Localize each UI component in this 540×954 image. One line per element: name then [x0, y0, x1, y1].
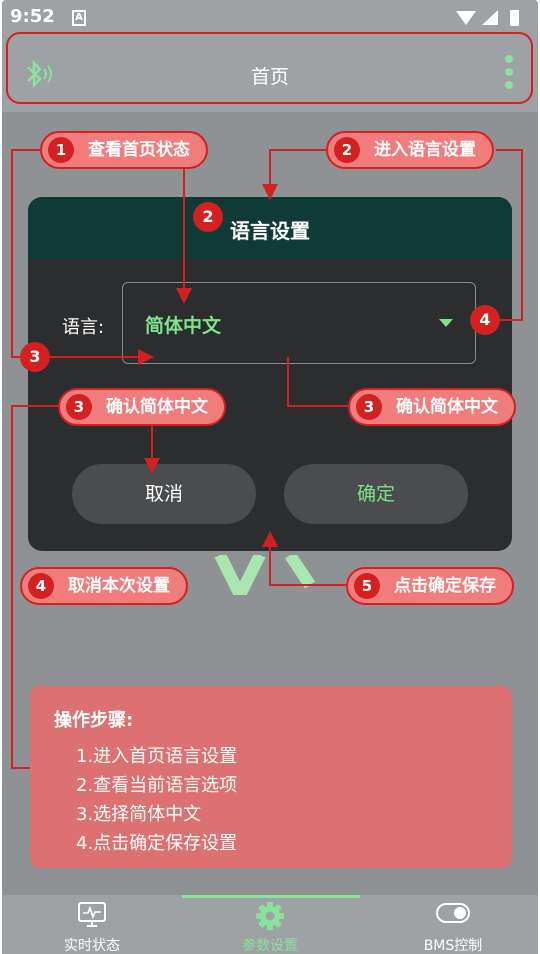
steps-panel: 操作步骤: 1.进入首页语言设置 2.查看当前语言选项 3.选择简体中文 4.点… — [30, 686, 512, 868]
dropdown-arrow-icon — [439, 319, 453, 327]
callout-number: 3 — [356, 394, 382, 420]
nav-item-bms[interactable]: BMS控制 — [398, 895, 508, 954]
callout-number: 4 — [28, 573, 54, 599]
callout-number: 2 — [334, 137, 360, 163]
callout-3b: 3 确认简体中文 — [348, 388, 516, 426]
ok-button[interactable]: 确定 — [284, 464, 468, 524]
callout-2: 2 进入语言设置 — [326, 131, 494, 169]
callout-4: 4 取消本次设置 — [20, 567, 188, 605]
a-icon: A — [72, 10, 86, 26]
appbar-highlight-frame — [6, 32, 533, 104]
nav-item-params[interactable]: 参数设置 — [220, 895, 320, 954]
step-item: 2.查看当前语言选项 — [76, 775, 238, 796]
callout-number: 3 — [66, 394, 92, 420]
background-logo — [214, 555, 315, 595]
bottom-nav: 实时状态 参数设置 BMS控制 — [2, 895, 538, 954]
battery-icon — [510, 10, 519, 26]
nav-label: 实时状态 — [64, 938, 120, 954]
cancel-button[interactable]: 取消 — [72, 464, 256, 524]
callout-number: 1 — [48, 137, 74, 163]
callout-1: 1 查看首页状态 — [40, 131, 208, 169]
language-dialog: 语言设置 语言: 简体中文 取消 确定 — [28, 197, 512, 551]
callout-text: 确认简体中文 — [396, 397, 498, 417]
language-select[interactable]: 简体中文 — [122, 282, 476, 364]
step-item: 3.选择简体中文 — [76, 804, 202, 825]
status-bar: 9:52 A — [2, 0, 538, 34]
callout-number: 5 — [354, 573, 380, 599]
steps-title: 操作步骤: — [54, 710, 134, 731]
callout-text: 查看首页状态 — [88, 140, 190, 160]
language-value: 简体中文 — [145, 315, 222, 337]
badge-4: 4 — [470, 305, 500, 335]
status-time: 9:52 — [10, 6, 55, 27]
dialog-title: 语言设置 — [230, 219, 310, 243]
callout-3a: 3 确认简体中文 — [58, 388, 226, 426]
toggle-icon — [436, 903, 470, 923]
wifi-icon — [456, 11, 476, 25]
system-icons — [456, 10, 519, 26]
monitor-icon — [78, 902, 106, 927]
callout-text: 取消本次设置 — [68, 576, 170, 596]
language-label: 语言: — [62, 317, 105, 338]
badge-2: 2 — [193, 202, 223, 232]
callout-text: 确认简体中文 — [106, 397, 208, 417]
signal-icon — [482, 10, 498, 25]
badge-3: 3 — [20, 342, 50, 372]
step-item: 1.进入首页语言设置 — [76, 746, 238, 767]
callout-5: 5 点击确定保存 — [346, 567, 514, 605]
nav-item-realtime[interactable]: 实时状态 — [42, 895, 142, 954]
step-item: 4.点击确定保存设置 — [76, 833, 238, 854]
nav-label: 参数设置 — [242, 938, 298, 954]
gear-icon — [256, 902, 284, 930]
nav-label: BMS控制 — [423, 938, 483, 954]
callout-text: 进入语言设置 — [374, 140, 476, 160]
callout-text: 点击确定保存 — [394, 576, 496, 596]
